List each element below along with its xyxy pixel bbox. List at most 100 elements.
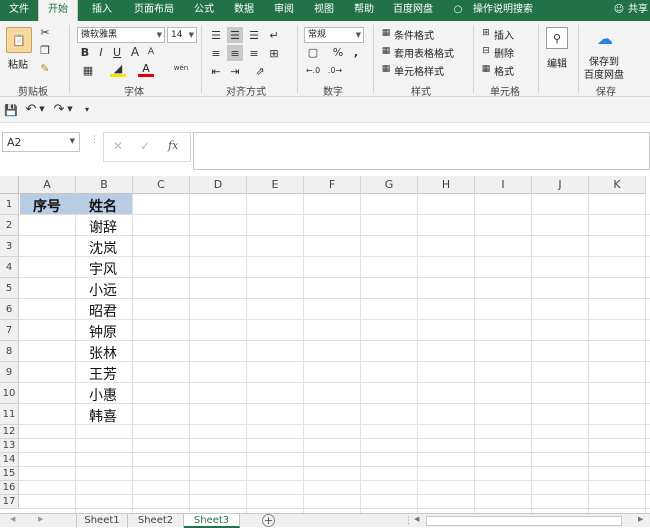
column-header-i[interactable]: I: [475, 176, 532, 194]
row-header-15[interactable]: 15: [0, 467, 19, 481]
sheet-tab-1[interactable]: Sheet1: [76, 514, 128, 528]
orientation-icon[interactable]: ⇗: [250, 63, 270, 79]
cell-a1[interactable]: 序号: [33, 196, 61, 216]
wrap-text-icon[interactable]: ↵: [266, 27, 282, 43]
italic-button[interactable]: I: [94, 45, 108, 59]
row-header-14[interactable]: 14: [0, 453, 19, 467]
align-center-icon[interactable]: ≡: [227, 45, 243, 61]
cell-b2[interactable]: 谢辞: [89, 217, 117, 237]
scroll-left-icon[interactable]: ◀: [414, 515, 419, 523]
align-bottom-icon[interactable]: ☰: [246, 27, 262, 43]
name-box[interactable]: A2 ▼: [2, 132, 80, 152]
underline-button[interactable]: U: [110, 45, 124, 59]
format-painter-icon[interactable]: ✎: [38, 61, 52, 75]
row-header-12[interactable]: 12: [0, 425, 19, 439]
font-grow-button[interactable]: A: [128, 45, 142, 59]
format-as-table-button[interactable]: 套用表格格式: [394, 45, 454, 60]
delete-cells-button[interactable]: 删除: [494, 45, 514, 60]
cell-b10[interactable]: 小惠: [89, 385, 117, 405]
tab-view[interactable]: 视图: [304, 0, 344, 21]
conditional-format-button[interactable]: 条件格式: [394, 27, 434, 42]
search-icon[interactable]: ⚲: [546, 27, 568, 49]
cell-b5[interactable]: 小远: [89, 280, 117, 300]
drag-handle-icon[interactable]: ⋮: [404, 516, 413, 526]
cell-b6[interactable]: 昭君: [89, 301, 117, 321]
tab-formulas[interactable]: 公式: [184, 0, 224, 21]
editing-button[interactable]: 编辑: [547, 55, 567, 70]
row-header-13[interactable]: 13: [0, 439, 19, 453]
paste-icon[interactable]: 📋: [6, 27, 32, 53]
column-header-j[interactable]: J: [532, 176, 589, 194]
column-header-d[interactable]: D: [190, 176, 247, 194]
tab-page-layout[interactable]: 页面布局: [124, 0, 184, 21]
cut-icon[interactable]: ✂: [38, 25, 52, 39]
sheet-tab-2[interactable]: Sheet2: [128, 514, 184, 528]
chevron-down-icon[interactable]: ▼: [38, 102, 46, 116]
align-top-icon[interactable]: ☰: [208, 27, 224, 43]
scroll-left-icon[interactable]: ◀: [10, 515, 15, 523]
select-all-corner[interactable]: [0, 176, 19, 194]
row-header-7[interactable]: 7: [0, 320, 19, 341]
tab-help[interactable]: 帮助: [344, 0, 384, 21]
row-header-8[interactable]: 8: [0, 341, 19, 362]
bold-button[interactable]: B: [78, 45, 92, 59]
horizontal-scrollbar[interactable]: [426, 516, 622, 526]
format-cells-button[interactable]: 格式: [494, 63, 514, 78]
merge-center-icon[interactable]: ⊞: [266, 45, 282, 61]
paste-label[interactable]: 粘贴: [8, 56, 28, 71]
column-header-c[interactable]: C: [133, 176, 190, 194]
phonetic-icon[interactable]: wén: [172, 59, 190, 77]
cell-b3[interactable]: 沈岚: [89, 238, 117, 258]
border-icon[interactable]: ▦: [80, 63, 96, 77]
cell-b1[interactable]: 姓名: [89, 196, 117, 216]
row-header-11[interactable]: 11: [0, 404, 19, 425]
redo-icon[interactable]: ↷: [52, 102, 66, 117]
insert-function-button[interactable]: fx: [168, 139, 178, 152]
worksheet-grid[interactable]: A B C D E F G H I J K 1 2 3 4 5 6 7 8 9 …: [0, 176, 650, 513]
row-header-4[interactable]: 4: [0, 257, 19, 278]
font-shrink-button[interactable]: A: [144, 45, 158, 59]
font-color-button[interactable]: A: [138, 62, 154, 77]
tab-review[interactable]: 审阅: [264, 0, 304, 21]
add-sheet-icon[interactable]: +: [262, 514, 275, 527]
scroll-right-icon[interactable]: ▶: [38, 515, 43, 523]
copy-icon[interactable]: ❐: [38, 43, 52, 57]
align-left-icon[interactable]: ≡: [208, 45, 224, 61]
undo-icon[interactable]: ↶: [24, 102, 38, 117]
row-header-6[interactable]: 6: [0, 299, 19, 320]
tell-me-search[interactable]: 操作说明搜索: [468, 0, 538, 21]
cell-b7[interactable]: 钟原: [89, 322, 117, 342]
share-button[interactable]: 共享: [626, 0, 650, 21]
font-name-dropdown[interactable]: 微软雅黑 ▼: [77, 27, 165, 43]
tab-insert[interactable]: 插入: [80, 0, 124, 21]
drag-handle-icon[interactable]: ⋮: [90, 135, 99, 145]
column-header-h[interactable]: H: [418, 176, 475, 194]
cell-b8[interactable]: 张林: [89, 343, 117, 363]
insert-cells-button[interactable]: 插入: [494, 27, 514, 42]
confirm-icon[interactable]: ✓: [140, 139, 150, 153]
row-header-9[interactable]: 9: [0, 362, 19, 383]
column-header-a[interactable]: A: [19, 176, 76, 194]
row-header-3[interactable]: 3: [0, 236, 19, 257]
row-header-10[interactable]: 10: [0, 383, 19, 404]
formula-input[interactable]: [193, 132, 650, 170]
column-header-g[interactable]: G: [361, 176, 418, 194]
customize-toolbar-icon[interactable]: ▾: [82, 102, 92, 116]
tab-file[interactable]: 文件: [0, 0, 38, 21]
cell-styles-button[interactable]: 单元格样式: [394, 63, 444, 78]
currency-icon[interactable]: ▢: [304, 45, 322, 59]
row-header-5[interactable]: 5: [0, 278, 19, 299]
row-header-16[interactable]: 16: [0, 481, 19, 495]
chevron-down-icon[interactable]: ▼: [66, 102, 74, 116]
save-to-line2[interactable]: 百度网盘: [584, 66, 624, 81]
row-header-2[interactable]: 2: [0, 215, 19, 236]
fill-color-icon[interactable]: ◢: [110, 62, 126, 77]
scroll-right-icon[interactable]: ▶: [638, 515, 643, 523]
row-header-17[interactable]: 17: [0, 495, 19, 509]
tab-data[interactable]: 数据: [224, 0, 264, 21]
number-format-dropdown[interactable]: 常规 ▼: [304, 27, 364, 43]
increase-indent-icon[interactable]: ⇥: [227, 63, 243, 79]
cell-b9[interactable]: 王芳: [89, 364, 117, 384]
percent-button[interactable]: %: [330, 45, 346, 59]
cell-b4[interactable]: 宇风: [89, 259, 117, 279]
